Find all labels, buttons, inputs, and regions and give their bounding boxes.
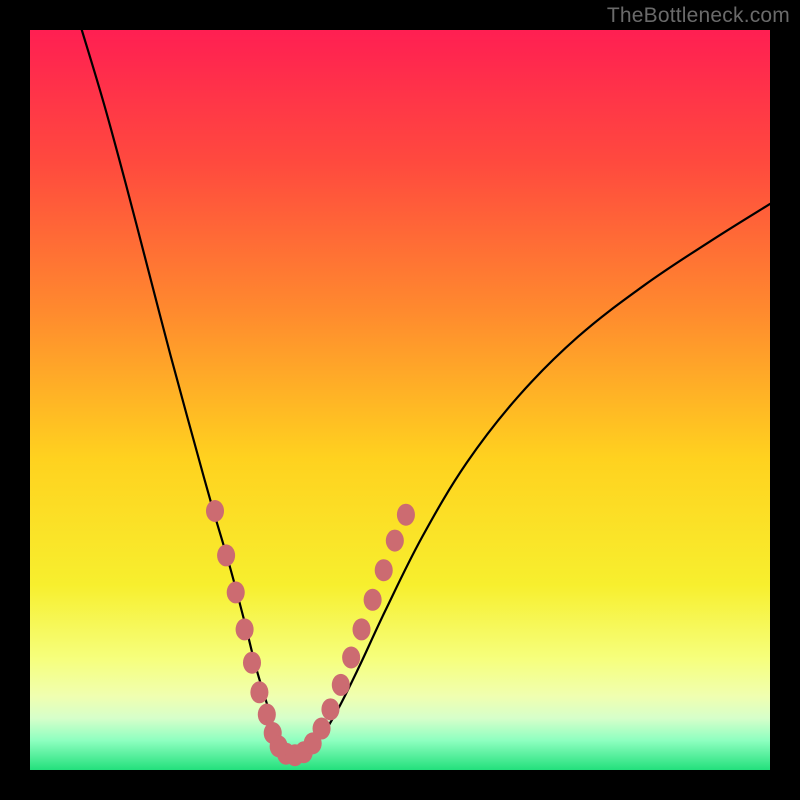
gradient-background <box>30 30 770 770</box>
curve-dot <box>386 530 404 552</box>
watermark-text: TheBottleneck.com <box>607 4 790 28</box>
curve-dot <box>397 504 415 526</box>
curve-dot <box>227 581 245 603</box>
curve-dot <box>375 559 393 581</box>
curve-dot <box>313 718 331 740</box>
curve-dot <box>217 544 235 566</box>
curve-dot <box>364 589 382 611</box>
curve-dot <box>250 681 268 703</box>
plot-area <box>30 30 770 770</box>
curve-dot <box>243 652 261 674</box>
outer-frame: TheBottleneck.com <box>0 0 800 800</box>
curve-dot <box>236 618 254 640</box>
curve-dot <box>206 500 224 522</box>
curve-dot <box>321 698 339 720</box>
curve-dot <box>332 674 350 696</box>
curve-dot <box>353 618 371 640</box>
curve-dot <box>342 647 360 669</box>
chart-svg <box>30 30 770 770</box>
